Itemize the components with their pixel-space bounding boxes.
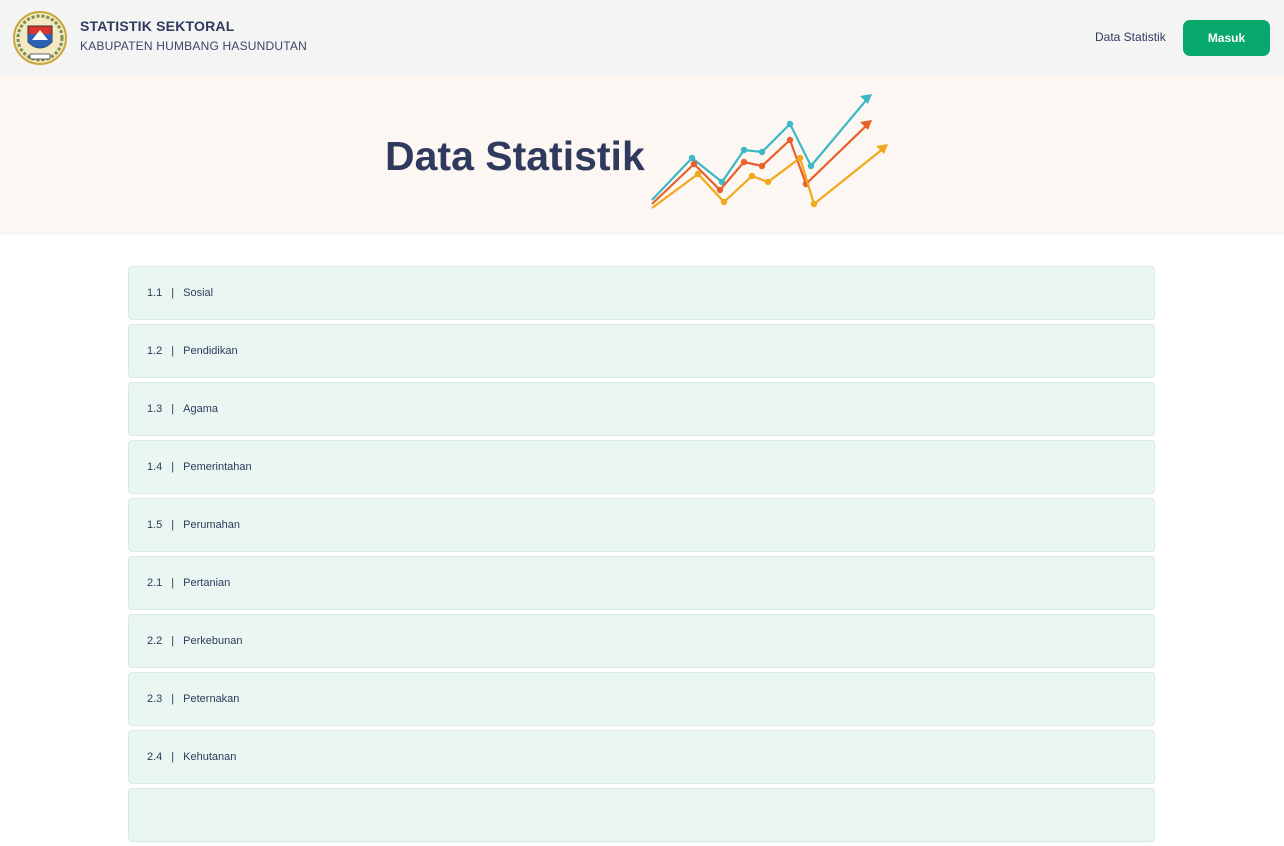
hero-banner: Data Statistik (0, 76, 1284, 235)
page-title: Data Statistik (385, 133, 645, 179)
category-separator: | (171, 519, 175, 531)
category-label: Perkebunan (183, 635, 243, 647)
category-item-partial[interactable] (128, 788, 1155, 842)
category-label: Pendidikan (183, 345, 238, 357)
category-item-perkebunan[interactable]: 2.2 | Perkebunan (128, 614, 1155, 668)
yellow-trend-line (651, 144, 888, 209)
regency-emblem-logo[interactable] (12, 10, 68, 66)
category-code: 2.3 (147, 693, 163, 705)
category-item-sosial[interactable]: 1.1 | Sosial (128, 266, 1155, 320)
category-code: 1.5 (147, 519, 163, 531)
category-code: 1.2 (147, 345, 163, 357)
login-button[interactable]: Masuk (1183, 20, 1270, 56)
category-item-pertanian[interactable]: 2.1 | Pertanian (128, 556, 1155, 610)
site-title: STATISTIK SEKTORAL (80, 18, 235, 34)
trend-chart-illustration (651, 94, 888, 209)
category-item-agama[interactable]: 1.3 | Agama (128, 382, 1155, 436)
category-code: 1.4 (147, 461, 163, 473)
nav-data-statistik-link[interactable]: Data Statistik (1095, 30, 1166, 44)
category-label: Agama (183, 403, 219, 415)
category-separator: | (171, 751, 175, 763)
category-separator: | (171, 287, 175, 299)
category-code: 1.1 (147, 287, 163, 299)
category-separator: | (171, 403, 175, 415)
top-navbar: STATISTIK SEKTORAL KABUPATEN HUMBANG HAS… (0, 0, 1284, 76)
category-item-peternakan[interactable]: 2.3 | Peternakan (128, 672, 1155, 726)
category-separator: | (171, 577, 175, 589)
category-item-pemerintahan[interactable]: 1.4 | Pemerintahan (128, 440, 1155, 494)
category-separator: | (171, 635, 175, 647)
category-item-perumahan[interactable]: 1.5 | Perumahan (128, 498, 1155, 552)
category-list: 1.1 | Sosial 1.2 | Pendidikan 1.3 | Agam… (128, 266, 1155, 846)
category-label: Perumahan (183, 519, 241, 531)
category-separator: | (171, 693, 175, 705)
category-code: 2.2 (147, 635, 163, 647)
category-code: 2.4 (147, 751, 163, 763)
category-label: Pertanian (183, 577, 231, 589)
category-label: Sosial (183, 287, 214, 299)
category-label: Pemerintahan (183, 461, 252, 473)
site-subtitle: KABUPATEN HUMBANG HASUNDUTAN (80, 39, 307, 53)
category-separator: | (171, 461, 175, 473)
category-separator: | (171, 345, 175, 357)
category-label: Peternakan (183, 693, 240, 705)
category-code: 2.1 (147, 577, 163, 589)
category-item-kehutanan[interactable]: 2.4 | Kehutanan (128, 730, 1155, 784)
category-code: 1.3 (147, 403, 163, 415)
category-item-pendidikan[interactable]: 1.2 | Pendidikan (128, 324, 1155, 378)
category-label: Kehutanan (183, 751, 237, 763)
